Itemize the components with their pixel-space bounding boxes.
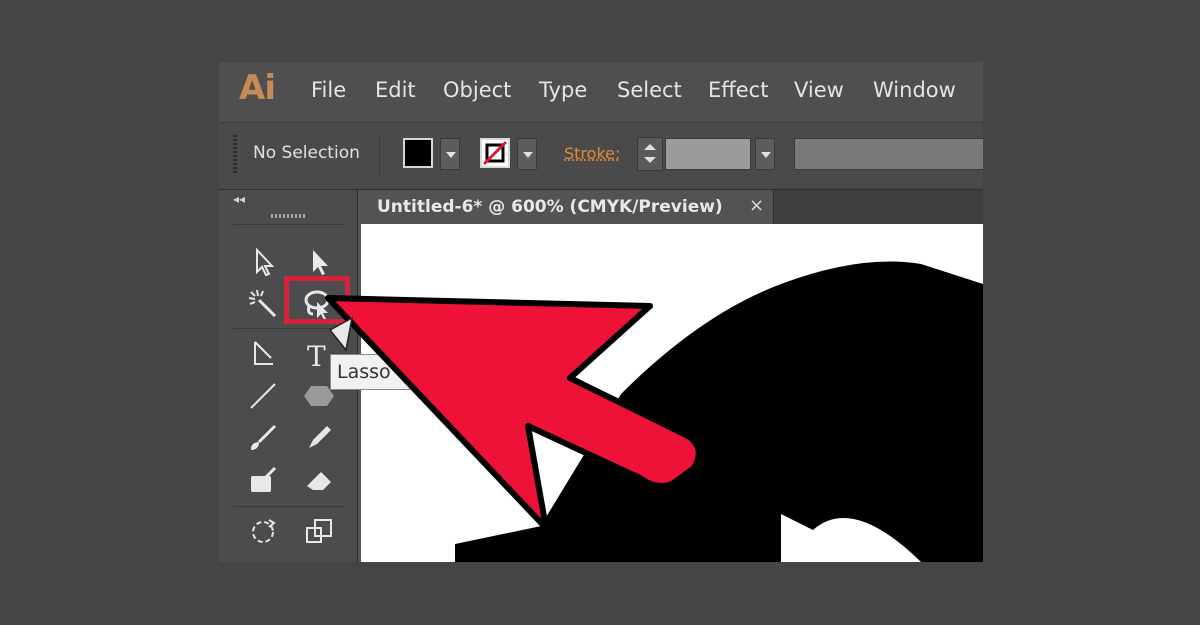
stroke-weight-input[interactable]: [665, 138, 751, 170]
menu-edit[interactable]: Edit: [375, 78, 416, 102]
menu-view[interactable]: View: [794, 78, 844, 102]
stepper-up-icon[interactable]: [644, 144, 656, 150]
app-logo: Ai: [239, 68, 276, 108]
menu-window[interactable]: Window: [873, 78, 956, 102]
document-tab[interactable]: Untitled-6* @ 600% (CMYK/Preview) ×: [359, 190, 774, 224]
document-tab-title: Untitled-6* @ 600% (CMYK/Preview): [377, 197, 723, 217]
direct-selection-tool-icon[interactable]: [303, 244, 339, 280]
menu-file[interactable]: File: [311, 78, 346, 102]
magic-wand-tool-icon[interactable]: [245, 286, 281, 322]
line-tool-icon[interactable]: [245, 378, 281, 414]
paintbrush-tool-icon[interactable]: [245, 420, 281, 456]
tool-tooltip: Lasso: [330, 354, 410, 390]
divider: [233, 328, 345, 329]
illustrator-window: Ai File Edit Object Type Select Effect V…: [219, 62, 983, 562]
stroke-weight-label[interactable]: Stroke:: [564, 144, 620, 163]
menu-effect[interactable]: Effect: [708, 78, 768, 102]
lasso-tool-highlight: [284, 276, 350, 324]
document-tab-bar: Untitled-6* @ 600% (CMYK/Preview) ×: [359, 190, 983, 224]
artboard-canvas[interactable]: [361, 224, 983, 562]
stroke-weight-stepper[interactable]: [637, 137, 663, 171]
stroke-weight-dropdown[interactable]: [755, 138, 775, 170]
rotate-tool-icon[interactable]: [245, 514, 281, 550]
blob-brush-tool-icon[interactable]: [245, 462, 281, 498]
divider: [379, 137, 380, 175]
menu-type[interactable]: Type: [539, 78, 587, 102]
panel-grip[interactable]: [271, 214, 307, 218]
control-bar-grip[interactable]: [233, 135, 237, 175]
divider: [233, 506, 345, 507]
close-icon[interactable]: ×: [749, 195, 764, 216]
fill-dropdown[interactable]: [440, 138, 460, 170]
scale-tool-icon[interactable]: [301, 514, 337, 550]
divider: [233, 224, 345, 225]
collapse-panel-icon[interactable]: ◂◂: [233, 192, 245, 206]
no-stroke-icon: [482, 140, 508, 166]
artwork-shape: [455, 261, 983, 562]
stroke-dropdown[interactable]: [517, 138, 537, 170]
selection-status: No Selection: [253, 143, 360, 163]
fill-color-swatch[interactable]: [403, 138, 433, 168]
menu-select[interactable]: Select: [617, 78, 682, 102]
stepper-down-icon[interactable]: [644, 157, 656, 163]
selection-tool-icon[interactable]: [247, 244, 283, 280]
menu-object[interactable]: Object: [443, 78, 511, 102]
pen-tool-icon[interactable]: [245, 336, 281, 372]
variable-width-profile[interactable]: [794, 138, 983, 170]
menu-bar: Ai File Edit Object Type Select Effect V…: [219, 62, 983, 123]
eraser-tool-icon[interactable]: [301, 462, 337, 498]
pencil-tool-icon[interactable]: [301, 420, 337, 456]
stroke-color-swatch[interactable]: [480, 138, 510, 168]
svg-text:T: T: [307, 340, 326, 372]
